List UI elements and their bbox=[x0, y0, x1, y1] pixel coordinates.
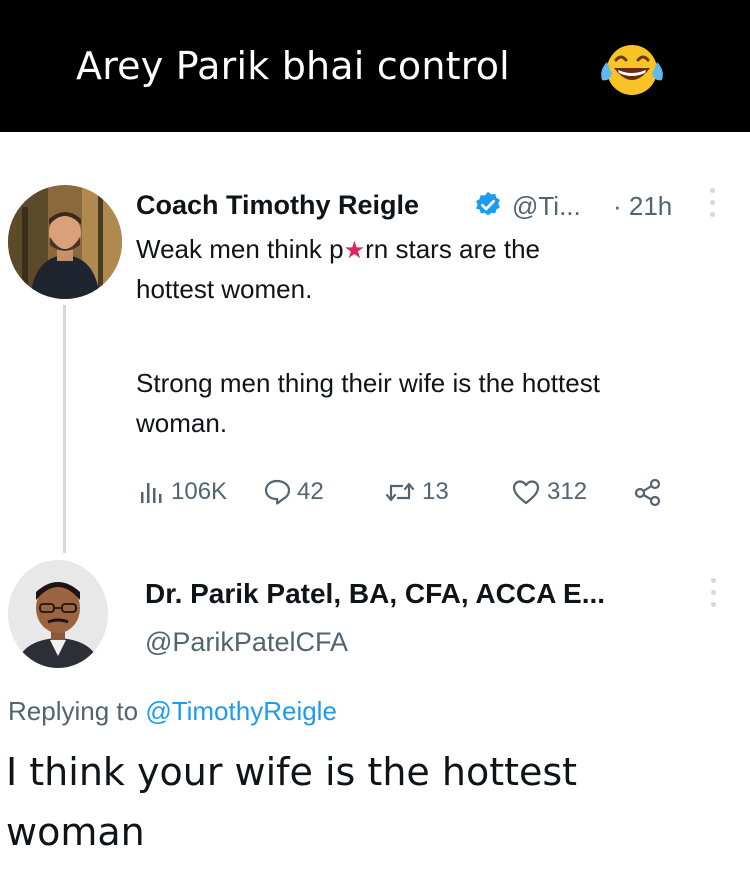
reply-icon bbox=[264, 479, 291, 505]
caption-text: Arey Parik bhai control bbox=[76, 44, 510, 88]
tweet-text-line: Strong men thing their wife is the hotte… bbox=[136, 368, 600, 398]
replying-to-line: Replying to @TimothyReigle bbox=[8, 696, 337, 726]
face-with-tears-of-joy-icon bbox=[601, 45, 663, 95]
tweet-timestamp[interactable]: · 21h bbox=[613, 191, 672, 222]
tweet-text-line: woman. bbox=[136, 408, 228, 438]
share-button[interactable] bbox=[632, 474, 664, 510]
likes-count: 312 bbox=[547, 478, 588, 505]
views-count: 106K bbox=[171, 478, 228, 505]
censor-star-icon: ★ bbox=[343, 237, 366, 264]
thread-connector-line bbox=[63, 305, 66, 553]
like-button[interactable]: 312 bbox=[510, 474, 587, 510]
author-handle[interactable]: @ParikPatelCFA bbox=[145, 627, 348, 658]
author-handle[interactable]: @Ti... bbox=[512, 191, 581, 222]
retweet-button[interactable]: 13 bbox=[383, 474, 449, 510]
mention-link[interactable]: @TimothyReigle bbox=[145, 696, 337, 726]
retweet-icon bbox=[385, 482, 415, 502]
author-name[interactable]: Coach Timothy Reigle bbox=[136, 190, 419, 221]
reply-button[interactable]: 42 bbox=[262, 474, 324, 510]
replies-count: 42 bbox=[297, 478, 324, 505]
reply-text-line: woman bbox=[6, 810, 145, 854]
views-button[interactable]: 106K bbox=[136, 474, 227, 510]
avatar-coach-timothy[interactable] bbox=[8, 185, 122, 299]
avatar-parik-patel[interactable] bbox=[8, 560, 108, 668]
tweet-text-line: hottest women. bbox=[136, 274, 313, 304]
heart-icon bbox=[512, 480, 540, 505]
caption-banner: Arey Parik bhai control bbox=[0, 0, 750, 132]
author-name[interactable]: Dr. Parik Patel, BA, CFA, ACCA E... bbox=[145, 578, 605, 610]
more-options-icon[interactable] bbox=[707, 576, 719, 610]
share-icon bbox=[634, 478, 661, 507]
retweets-count: 13 bbox=[422, 478, 449, 505]
verified-badge-icon bbox=[476, 191, 500, 216]
analytics-icon bbox=[141, 483, 162, 503]
more-options-icon[interactable] bbox=[706, 186, 718, 220]
tweet-text-line: Weak men think p★rn stars are the bbox=[136, 234, 540, 264]
reply-text-line: I think your wife is the hottest bbox=[6, 750, 578, 794]
